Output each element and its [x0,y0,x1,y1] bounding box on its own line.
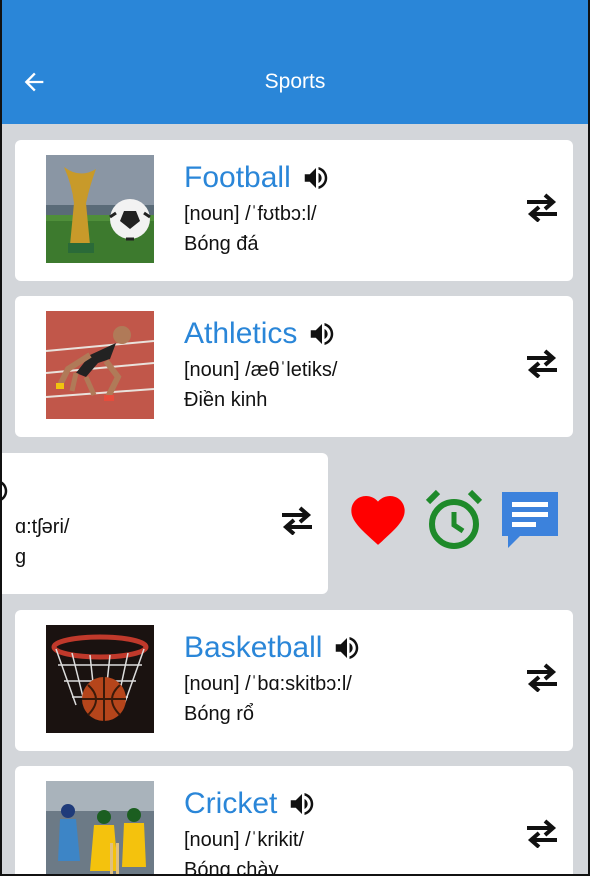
pronunciation: [noun] /æθˈletiks/ [184,359,338,381]
speaker-icon[interactable] [332,632,364,664]
word-text: Athletics [184,317,298,350]
meaning: Bóng đá [184,233,259,255]
word-card[interactable]: Basketball [noun] /ˈbɑ:skitbɔ:l/ Bóng rổ [15,610,573,751]
athletics-thumbnail [46,311,154,419]
basketball-thumbnail [46,625,154,733]
word-title-row: Athletics [184,316,339,352]
meaning: g [15,546,27,568]
word-title-row: Basketball [184,630,364,666]
favorite-button[interactable] [346,488,410,552]
app-bar: Sports [0,0,590,124]
pronunciation: [noun] /ˈfʊtbɔ:l/ [184,203,317,225]
speaker-icon[interactable] [287,788,319,820]
pronunciation: [noun] /ˈkrikit/ [184,829,305,851]
reminder-button[interactable] [422,488,486,552]
swiped-word-card[interactable]: ery ɑ:tʃəri/ g [0,453,328,594]
cricket-thumbnail [46,781,154,876]
word-text: Cricket [184,787,278,820]
swap-icon[interactable] [525,818,559,849]
speaker-icon[interactable] [0,475,13,507]
word-list[interactable]: Football [noun] /ˈfʊtbɔ:l/ Bóng đá Athle… [0,124,590,876]
word-title-row: Cricket [184,786,319,822]
pronunciation: ɑ:tʃəri/ [15,516,70,538]
message-icon [502,492,558,548]
heart-icon [351,496,405,545]
pronunciation: [noun] /ˈbɑ:skitbɔ:l/ [184,673,352,695]
word-text: Basketball [184,631,323,664]
meaning: Điền kinh [184,389,268,411]
swap-icon[interactable] [525,192,559,223]
speaker-icon[interactable] [307,318,339,350]
word-title-row: ery [0,473,13,509]
swap-icon[interactable] [525,348,559,379]
page-title: Sports [264,70,326,93]
word-card[interactable]: Football [noun] /ˈfʊtbɔ:l/ Bóng đá [15,140,573,281]
meaning: Bóng rổ [184,703,255,725]
word-card[interactable]: Athletics [noun] /æθˈletiks/ Điền kinh [15,296,573,437]
speaker-icon[interactable] [301,162,333,194]
word-card[interactable]: Cricket [noun] /ˈkrikit/ Bóng chày [15,766,573,876]
meaning: Bóng chày [184,859,279,876]
note-button[interactable] [498,486,562,550]
swap-icon[interactable] [280,505,314,536]
swap-icon[interactable] [525,662,559,693]
alarm-clock-icon [425,489,483,549]
football-thumbnail [46,155,154,263]
word-text: Football [184,161,291,194]
word-title-row: Football [184,160,333,196]
